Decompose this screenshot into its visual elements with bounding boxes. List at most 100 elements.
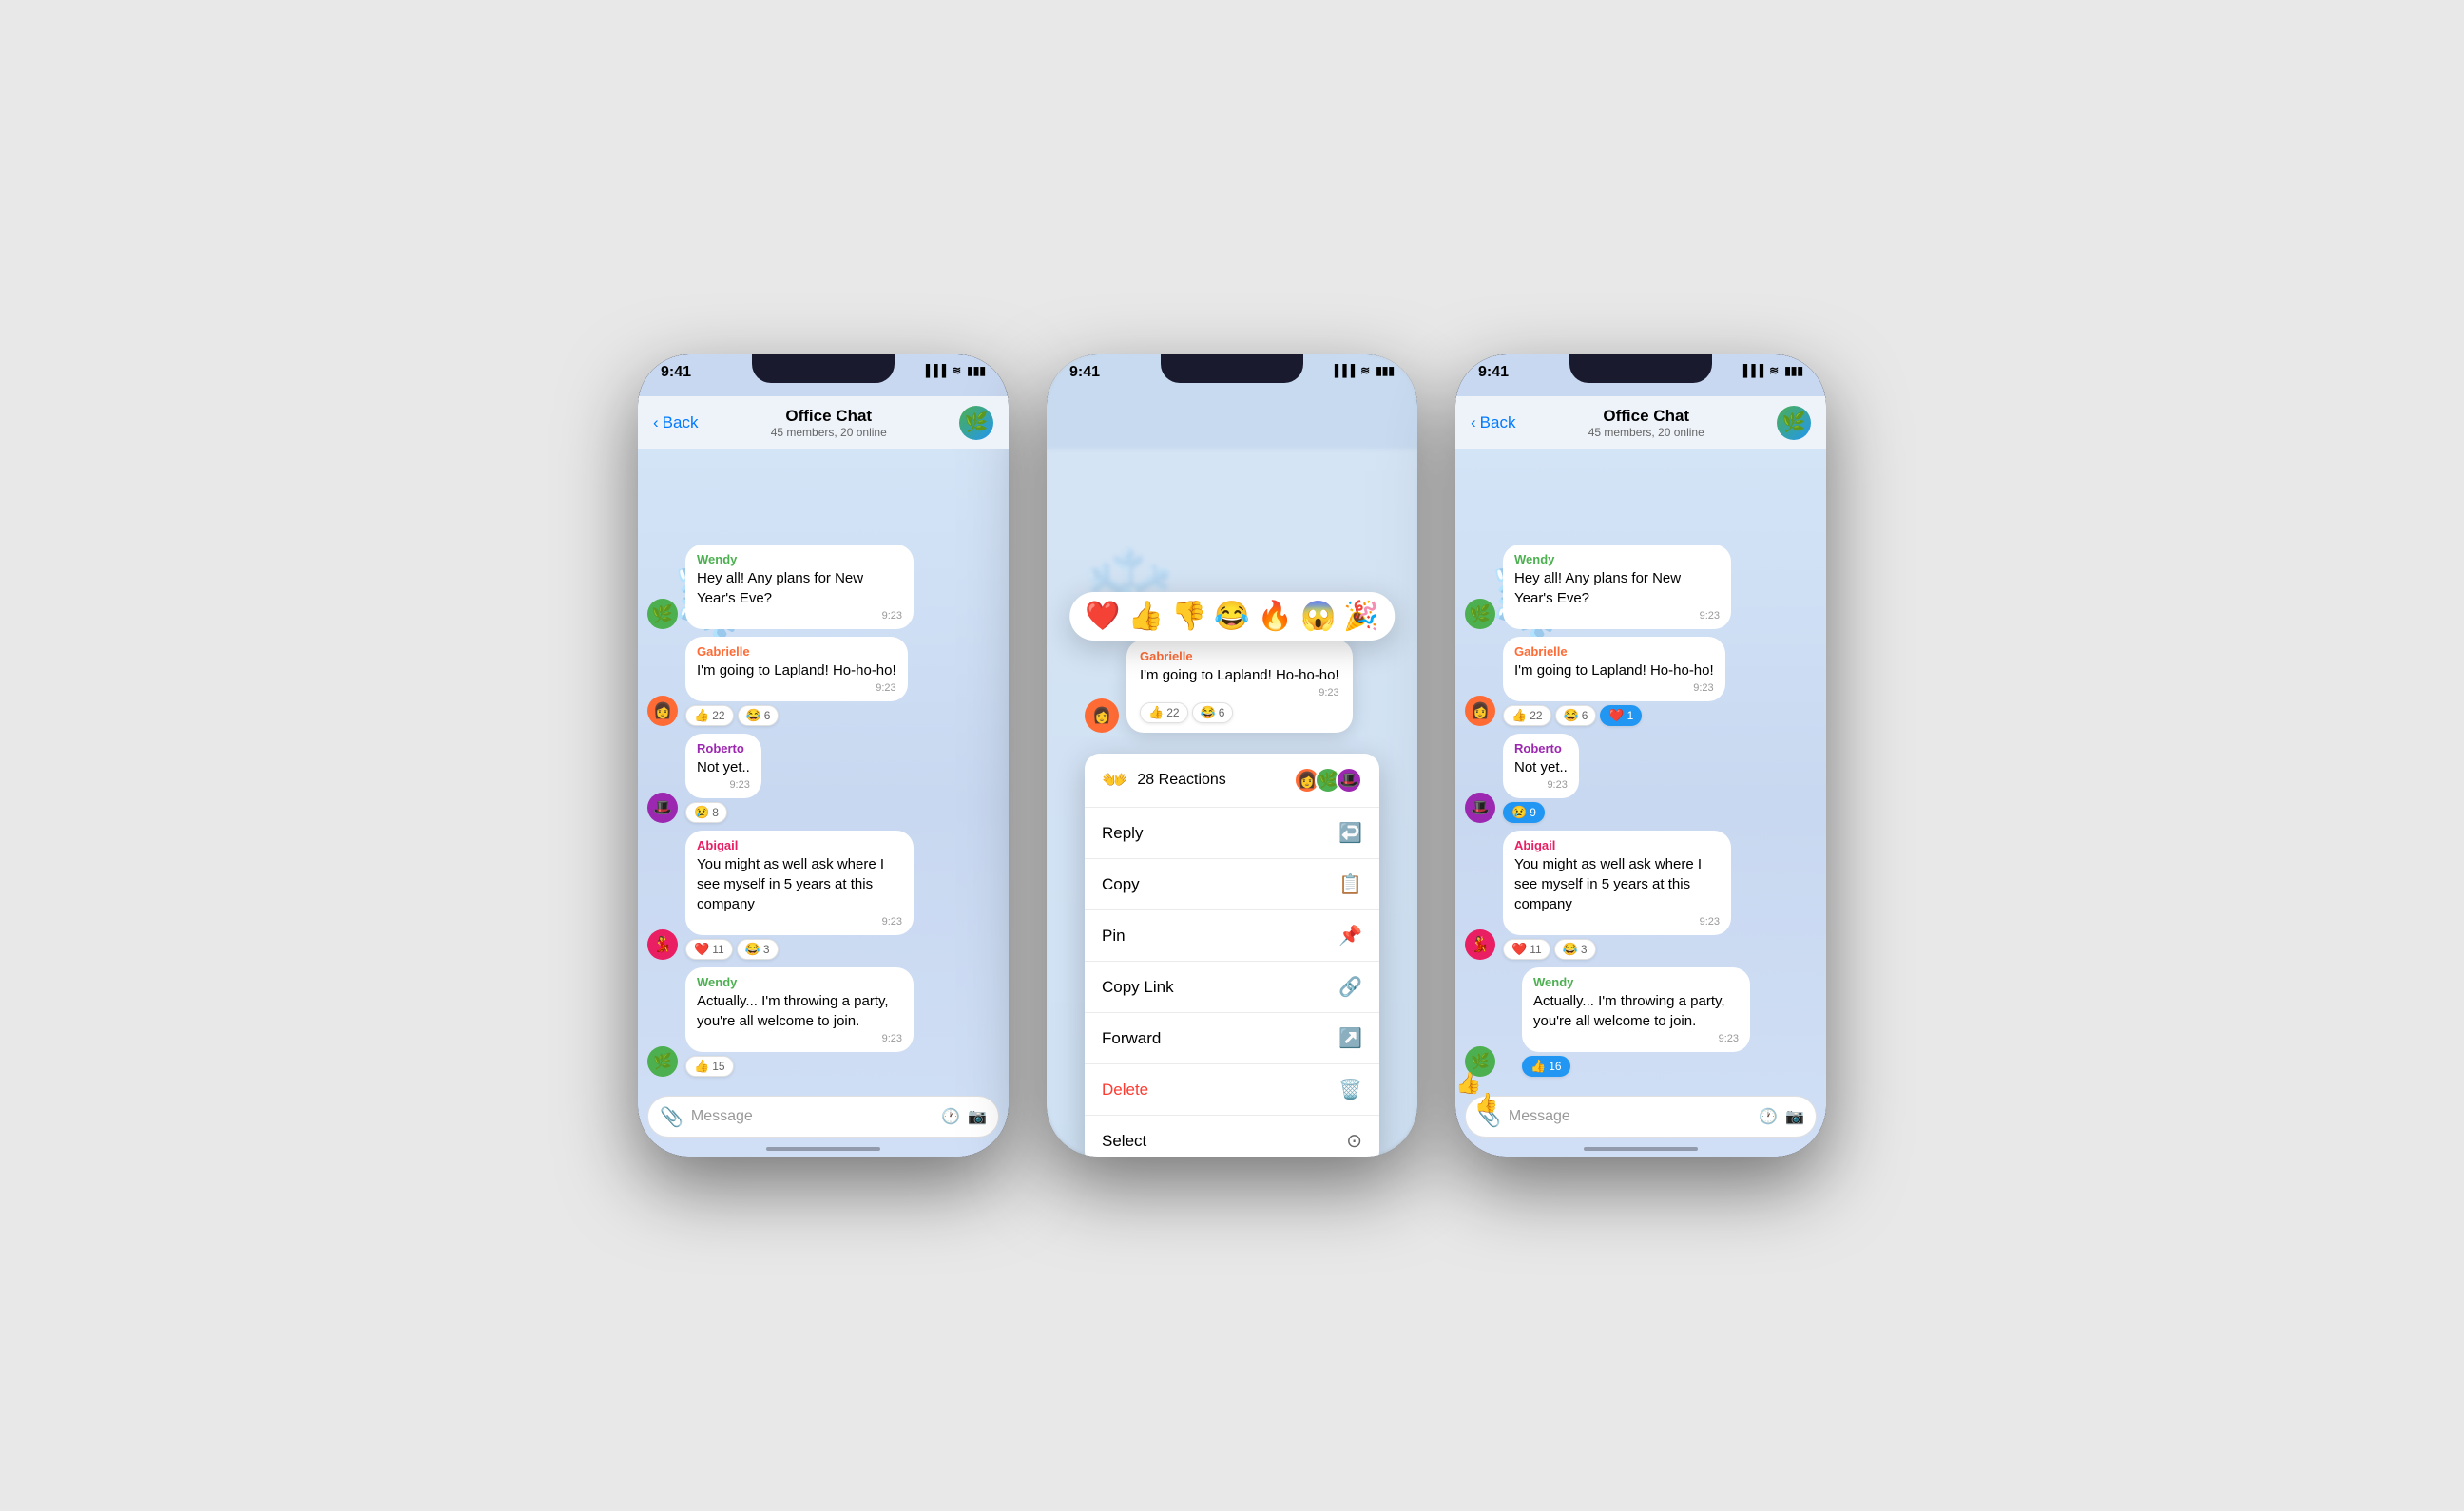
message-time: 9:23 [1514, 682, 1714, 694]
clock-icon[interactable]: 🕐 [1759, 1107, 1778, 1126]
reaction-chip[interactable]: 😂 6 [1555, 705, 1597, 726]
reactions-row: 👍 22 😂 6 ❤️ 1 [1503, 705, 1725, 726]
chat-background: ❄️ 🌿 Wendy Hey all! Any plans for New Ye… [1455, 449, 1826, 1157]
copy-icon: 📋 [1338, 872, 1362, 896]
camera-icon[interactable]: 📷 [968, 1107, 987, 1126]
reaction-chip-highlighted[interactable]: ❤️ 1 [1600, 705, 1642, 726]
forward-menu-item[interactable]: Forward ↗️ [1085, 1013, 1379, 1064]
message-container: Gabrielle I'm going to Lapland! Ho-ho-ho… [685, 637, 908, 726]
reaction-shocked-btn[interactable]: 😱 [1300, 600, 1336, 633]
reaction-count: 6 [1582, 709, 1588, 722]
phone-1: 9:41 ▐▐▐ ≋ ▮▮▮ ‹ Back Office Chat 45 mem… [638, 354, 1009, 1157]
message-bubble[interactable]: Roberto Not yet.. 9:23 [1503, 734, 1579, 798]
reactions-row: ❤️ 11 😂 3 [1503, 939, 1731, 960]
message-container: Abigail You might as well ask where I se… [685, 831, 914, 960]
reaction-party-btn[interactable]: 🎉 [1343, 600, 1378, 633]
reaction-thumbsup-btn[interactable]: 👍 [1128, 600, 1164, 633]
message-bubble[interactable]: Wendy Actually... I'm throwing a party, … [685, 967, 914, 1052]
forward-label: Forward [1102, 1029, 1161, 1048]
pin-menu-item[interactable]: Pin 📌 [1085, 910, 1379, 962]
reaction-emoji: 😂 [1564, 708, 1579, 723]
message-text: Hey all! Any plans for New Year's Eve? [697, 568, 902, 608]
back-label: Back [663, 413, 699, 432]
reaction-emoji: 😢 [1511, 805, 1527, 820]
message-container: Roberto Not yet.. 9:23 😢 8 [685, 734, 761, 823]
chat-avatar[interactable]: 🌿 [959, 406, 993, 440]
reaction-emoji: 👍 [694, 708, 709, 723]
attachment-icon[interactable]: 📎 [660, 1105, 683, 1129]
reaction-chip[interactable]: 😂 3 [737, 939, 779, 960]
message-bubble[interactable]: Roberto Not yet.. 9:23 [685, 734, 761, 798]
table-row: 💃 Abigail You might as well ask where I … [1465, 831, 1817, 960]
reaction-chip[interactable]: ❤️ 11 [1503, 939, 1550, 960]
copy-menu-item[interactable]: Copy 📋 [1085, 859, 1379, 910]
reaction-heart-btn[interactable]: ❤️ [1085, 600, 1120, 633]
reaction-emoji: 👍 [1511, 708, 1527, 723]
reaction-chip-highlighted[interactable]: 👍 16 [1522, 1056, 1570, 1077]
message-input[interactable]: Message [1509, 1108, 1751, 1125]
reaction-count: 1 [1627, 709, 1634, 722]
message-bubble[interactable]: Wendy Actually... I'm throwing a party, … [1522, 967, 1750, 1052]
notch [1161, 354, 1303, 383]
chat-title: Office Chat [709, 407, 948, 426]
sender-name: Gabrielle [697, 644, 896, 659]
wifi-icon: ≋ [952, 364, 961, 377]
reaction-laughing-btn[interactable]: 😂 [1214, 600, 1249, 633]
chat-subtitle: 45 members, 20 online [1527, 426, 1765, 439]
message-input-bar: 📎 Message 🕐 📷 [647, 1096, 999, 1138]
reaction-chip-highlighted[interactable]: 😢 9 [1503, 802, 1545, 823]
table-row: 💃 Abigail You might as well ask where I … [647, 831, 999, 960]
message-input[interactable]: Message [691, 1108, 934, 1125]
reaction-chip[interactable]: 👍 22 [1140, 702, 1188, 723]
clock-icon[interactable]: 🕐 [941, 1107, 960, 1126]
select-menu-item[interactable]: Select ⊙ [1085, 1116, 1379, 1157]
phone-3-screen: 9:41 ▐▐▐ ≋ ▮▮▮ ‹ Back Office Chat 45 mem… [1455, 354, 1826, 1157]
message-bubble[interactable]: Gabrielle I'm going to Lapland! Ho-ho-ho… [1503, 637, 1725, 701]
pin-icon: 📌 [1338, 924, 1362, 947]
reaction-fire-btn[interactable]: 🔥 [1258, 600, 1293, 633]
reaction-count: 3 [1581, 943, 1588, 956]
message-bubble[interactable]: Gabrielle I'm going to Lapland! Ho-ho-ho… [685, 637, 908, 701]
message-bubble[interactable]: Abigail You might as well ask where I se… [1503, 831, 1731, 935]
back-button[interactable]: ‹ Back [1471, 413, 1515, 432]
reaction-count: 11 [1530, 943, 1541, 956]
reaction-chip[interactable]: 😢 8 [685, 802, 727, 823]
reaction-chip[interactable]: 👍 22 [685, 705, 734, 726]
reaction-chip[interactable]: 👍 22 [1503, 705, 1551, 726]
chat-avatar[interactable]: 🌿 [1777, 406, 1811, 440]
delete-label: Delete [1102, 1081, 1148, 1100]
message-bubble[interactable]: Wendy Hey all! Any plans for New Year's … [1503, 545, 1731, 629]
avatar: 🌿 [647, 1046, 678, 1077]
chat-title: Office Chat [1527, 407, 1765, 426]
message-bubble[interactable]: Wendy Hey all! Any plans for New Year's … [685, 545, 914, 629]
table-row: 🎩 Roberto Not yet.. 9:23 😢 8 [647, 734, 999, 823]
chevron-left-icon: ‹ [1471, 413, 1476, 432]
reaction-chip[interactable]: ❤️ 11 [685, 939, 733, 960]
reaction-count: 16 [1549, 1060, 1561, 1073]
reaction-thumbsdown-btn[interactable]: 👎 [1171, 600, 1206, 633]
battery-icon: ▮▮▮ [1376, 364, 1395, 377]
camera-icon[interactable]: 📷 [1785, 1107, 1804, 1126]
status-time: 9:41 [661, 364, 691, 381]
reactions-menu-item[interactable]: 👐 28 Reactions 👩 🌿 🎩 [1085, 754, 1379, 808]
reactions-row: 😢 9 [1503, 802, 1579, 823]
copy-link-menu-item[interactable]: Copy Link 🔗 [1085, 962, 1379, 1013]
table-row: 👩 Gabrielle I'm going to Lapland! Ho-ho-… [1465, 637, 1817, 726]
battery-icon: ▮▮▮ [1784, 364, 1803, 377]
sender-name: Abigail [1514, 838, 1720, 852]
reply-menu-item[interactable]: Reply ↩️ [1085, 808, 1379, 859]
reaction-chip[interactable]: 😂 3 [1554, 939, 1596, 960]
reaction-chip[interactable]: 👍 15 [685, 1056, 734, 1077]
back-button[interactable]: ‹ Back [653, 413, 698, 432]
reaction-chip[interactable]: 😂 6 [738, 705, 780, 726]
message-text: You might as well ask where I see myself… [697, 854, 902, 914]
home-indicator [1584, 1147, 1698, 1151]
notch [752, 354, 895, 383]
table-row: 👩 Gabrielle I'm going to Lapland! Ho-ho-… [647, 637, 999, 726]
message-text: Not yet.. [697, 757, 750, 777]
message-bubble[interactable]: Abigail You might as well ask where I se… [685, 831, 914, 935]
reaction-count: 11 [712, 943, 723, 956]
delete-menu-item[interactable]: Delete 🗑️ [1085, 1064, 1379, 1116]
reaction-chip[interactable]: 😂 6 [1192, 702, 1234, 723]
nav-title: Office Chat 45 members, 20 online [709, 407, 948, 439]
